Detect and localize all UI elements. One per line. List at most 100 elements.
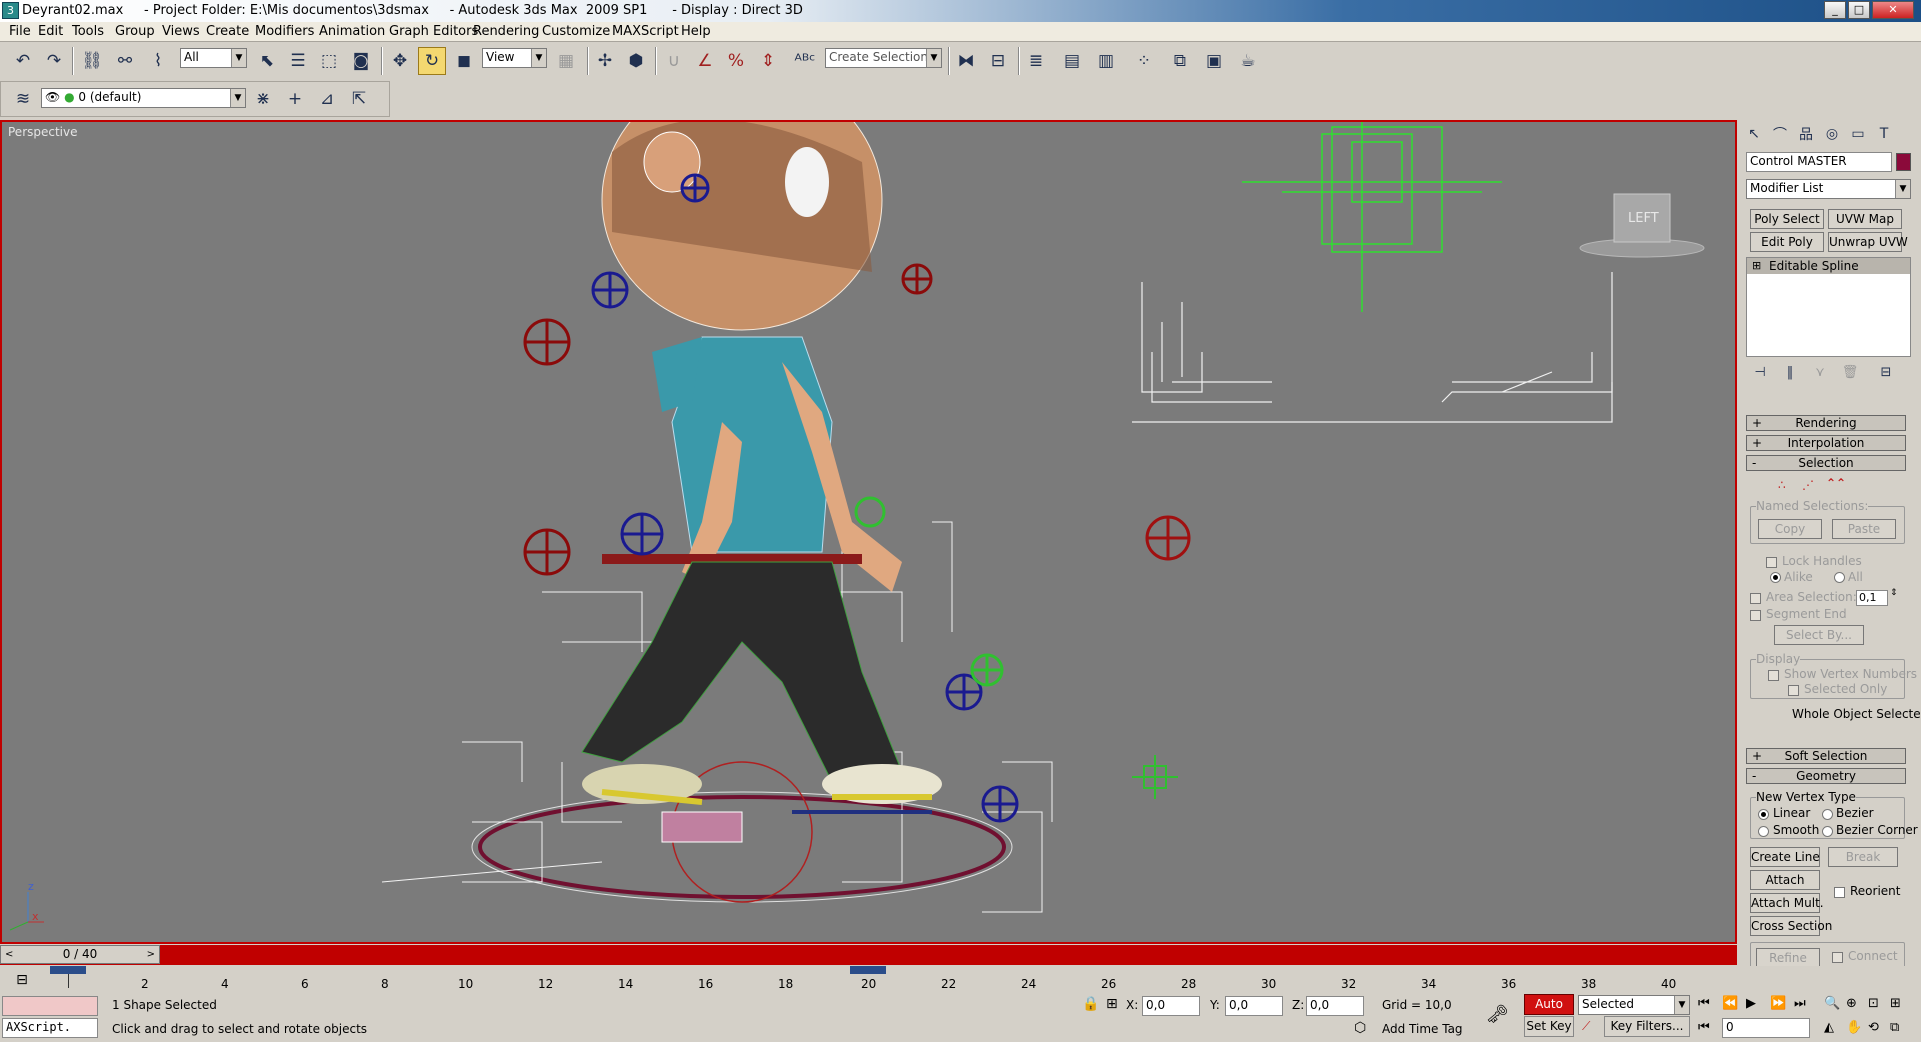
pan-icon[interactable]: ✋ xyxy=(1846,1020,1862,1035)
absolute-mode-icon[interactable]: ⊞ xyxy=(1106,996,1118,1012)
area-selection-checkbox[interactable] xyxy=(1750,593,1761,604)
snaps-icon[interactable]: ∪ xyxy=(660,47,688,75)
perspective-viewport[interactable]: Perspective z x LEFT xyxy=(0,120,1737,944)
field-of-view-icon[interactable]: ◭ xyxy=(1824,1020,1834,1035)
zoom-icon[interactable]: 🔍 xyxy=(1824,996,1840,1011)
keyboard-shortcut-icon[interactable]: ⬢ xyxy=(622,47,650,75)
maxscript-mini-listener[interactable] xyxy=(2,996,98,1016)
time-tag-icon[interactable]: ⬡ xyxy=(1354,1020,1366,1036)
lock-handles-checkbox[interactable] xyxy=(1766,557,1777,568)
scale-icon[interactable]: ◼ xyxy=(450,47,478,75)
modify-tab-icon[interactable]: ⌒ xyxy=(1768,123,1792,145)
maximize-button[interactable]: □ xyxy=(1848,1,1870,19)
use-pivot-icon[interactable]: ▦ xyxy=(552,47,580,75)
manipulate-icon[interactable]: ✢ xyxy=(591,47,619,75)
orbit-icon[interactable]: ⟲ xyxy=(1868,1020,1879,1035)
select-layer-icon[interactable]: ⇱ xyxy=(345,85,373,113)
utilities-tab-icon[interactable]: T xyxy=(1872,123,1896,145)
smooth-radio[interactable] xyxy=(1758,826,1769,837)
create-tab-icon[interactable]: ↖ xyxy=(1742,123,1766,145)
time-slider-thumb[interactable]: < 0 / 40 > xyxy=(0,945,160,964)
zoom-all-icon[interactable]: ⊕ xyxy=(1846,996,1857,1011)
edit-poly-button[interactable]: Edit Poly xyxy=(1750,232,1824,252)
bezier-corner-radio[interactable] xyxy=(1822,826,1833,837)
add-time-tag[interactable]: Add Time Tag xyxy=(1382,1022,1463,1036)
track-bar[interactable]: ⊟ 2 4 6 8 10 12 14 16 18 20 22 24 26 28 … xyxy=(0,966,1921,994)
menu-graph-editors[interactable]: Graph Editors xyxy=(389,24,478,39)
menu-views[interactable]: Views xyxy=(162,24,200,39)
rendered-frame-icon[interactable]: ▣ xyxy=(1200,47,1228,75)
selected-only-checkbox[interactable] xyxy=(1788,685,1799,696)
area-selection-spinner[interactable]: 0,1 xyxy=(1856,590,1888,606)
attach-mult-button[interactable]: Attach Mult. xyxy=(1750,893,1824,913)
redo-icon[interactable]: ↷ xyxy=(40,47,68,75)
align-icon[interactable]: ⊟ xyxy=(984,47,1012,75)
percent-snap-icon[interactable]: % xyxy=(722,47,750,75)
rollout-selection[interactable]: - Selection xyxy=(1746,455,1906,471)
key-marker[interactable] xyxy=(50,966,86,974)
rotate-icon[interactable]: ↻ xyxy=(418,47,446,75)
minimize-button[interactable]: _ xyxy=(1824,1,1846,19)
render-setup-icon[interactable]: ⧉ xyxy=(1166,47,1194,75)
create-layer-icon[interactable]: + xyxy=(281,85,309,113)
hierarchy-tab-icon[interactable]: 品 xyxy=(1794,123,1818,145)
zoom-extents-icon[interactable]: ⊡ xyxy=(1868,996,1879,1011)
layer-manager-icon[interactable]: ≣ xyxy=(1022,47,1050,75)
key-mode-dropdown[interactable]: Selected ▼ xyxy=(1578,995,1690,1015)
linear-radio[interactable] xyxy=(1758,809,1769,820)
paste-button[interactable]: Paste xyxy=(1832,519,1896,539)
x-coordinate-field[interactable]: 0,0 xyxy=(1142,996,1200,1016)
named-selection-set-dropdown[interactable]: Create Selection Set ▼ xyxy=(825,48,942,68)
key-icon[interactable]: 🗝 xyxy=(1486,1004,1509,1025)
create-line-button[interactable]: Create Line xyxy=(1750,847,1820,867)
select-icon[interactable]: ⬉ xyxy=(253,47,281,75)
menu-animation[interactable]: Animation xyxy=(319,24,385,39)
bezier-radio[interactable] xyxy=(1822,809,1833,820)
current-frame-field[interactable]: 0 xyxy=(1722,1018,1810,1038)
rollout-soft-selection[interactable]: + Soft Selection xyxy=(1746,748,1906,764)
undo-icon[interactable]: ↶ xyxy=(9,47,37,75)
selection-filter-dropdown[interactable]: All ▼ xyxy=(180,48,247,68)
rollout-geometry[interactable]: - Geometry xyxy=(1746,768,1906,784)
menu-create[interactable]: Create xyxy=(206,24,249,39)
show-vertex-numbers-checkbox[interactable] xyxy=(1768,670,1779,681)
go-to-start-icon[interactable]: ⏮ xyxy=(1698,996,1710,1011)
vertex-mode-icon[interactable]: ∴ xyxy=(1778,478,1786,492)
rect-region-icon[interactable]: ⬚ xyxy=(315,47,343,75)
layer-manager-icon[interactable]: ≋ xyxy=(9,85,37,113)
poly-select-button[interactable]: Poly Select xyxy=(1750,209,1824,229)
edit-named-sets-icon[interactable]: ᴬᴮᶜ xyxy=(791,47,819,75)
next-frame-icon[interactable]: > xyxy=(147,946,155,963)
menu-file[interactable]: File xyxy=(9,24,31,39)
modifier-list-dropdown[interactable]: Modifier List ▼ xyxy=(1746,179,1911,199)
configure-sets-icon[interactable]: ⊟ xyxy=(1874,362,1898,382)
menu-maxscript[interactable]: MAXScript xyxy=(612,24,679,39)
spinner-snap-icon[interactable]: ⇕ xyxy=(754,47,782,75)
select-by-button[interactable]: Select By... xyxy=(1774,625,1864,645)
unlink-icon[interactable]: ⚯ xyxy=(111,47,139,75)
y-coordinate-field[interactable]: 0,0 xyxy=(1225,996,1283,1016)
break-button[interactable]: Break xyxy=(1828,847,1898,867)
menu-edit[interactable]: Edit xyxy=(38,24,63,39)
key-filters-button[interactable]: Key Filters... xyxy=(1604,1016,1690,1037)
menu-rendering[interactable]: Rendering xyxy=(473,24,539,39)
quick-render-icon[interactable]: ☕ xyxy=(1234,47,1262,75)
next-frame-icon[interactable]: ⏩ xyxy=(1770,996,1786,1011)
motion-tab-icon[interactable]: ◎ xyxy=(1820,123,1844,145)
set-key-button[interactable]: Set Key xyxy=(1524,1016,1574,1037)
mirror-icon[interactable]: ⧓ xyxy=(952,47,980,75)
show-end-result-icon[interactable]: ‖ xyxy=(1778,362,1802,382)
bind-spacewarp-icon[interactable]: ⌇ xyxy=(144,47,172,75)
menu-tools[interactable]: Tools xyxy=(72,24,104,39)
zoom-extents-all-icon[interactable]: ⊞ xyxy=(1890,996,1901,1011)
spline-mode-icon[interactable]: ⌃⌃ xyxy=(1826,476,1846,490)
curve-editor-icon[interactable]: ▤ xyxy=(1058,47,1086,75)
move-icon[interactable]: ✥ xyxy=(386,47,414,75)
copy-button[interactable]: Copy xyxy=(1758,519,1822,539)
object-color-swatch[interactable] xyxy=(1896,153,1911,171)
cross-section-button[interactable]: Cross Section xyxy=(1750,916,1832,936)
add-to-layer-icon[interactable]: ⊿ xyxy=(313,85,341,113)
reference-coord-dropdown[interactable]: View ▼ xyxy=(482,48,547,68)
connect-checkbox[interactable] xyxy=(1832,952,1843,963)
prev-frame-icon[interactable]: < xyxy=(5,946,13,963)
